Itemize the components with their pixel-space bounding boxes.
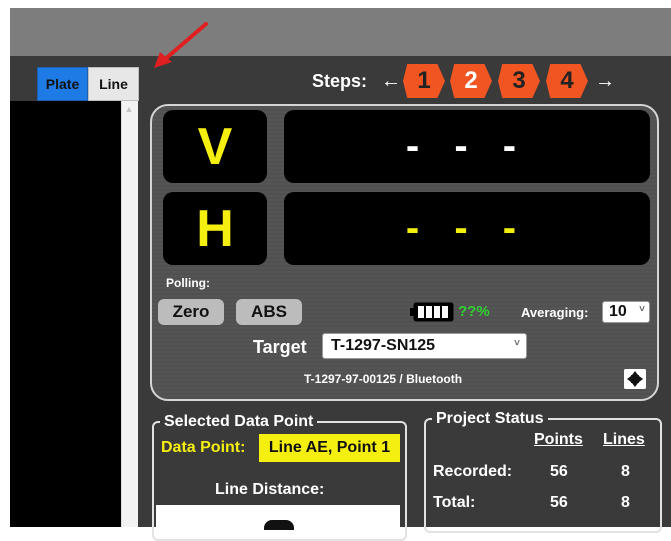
step-3-button[interactable]: 3 xyxy=(498,64,540,98)
step-1-button[interactable]: 1 xyxy=(403,64,445,98)
steps-label: Steps: xyxy=(312,71,368,91)
averaging-value: 10 xyxy=(609,303,627,320)
scroll-up-icon[interactable]: ▲ xyxy=(124,104,134,114)
target-select[interactable]: T-1297-SN125 ˅ xyxy=(322,333,527,359)
points-column-header: Points xyxy=(534,431,583,448)
h-readout: - - - xyxy=(284,192,650,265)
v-readout: - - - xyxy=(284,110,650,183)
data-point-value: Line AE, Point 1 xyxy=(259,434,400,462)
total-points: 56 xyxy=(550,494,568,511)
steps-next-arrow[interactable]: → xyxy=(595,67,615,95)
total-label: Total: xyxy=(433,494,476,511)
project-status-title: Project Status xyxy=(432,410,548,428)
step-2-button[interactable]: 2 xyxy=(450,64,492,98)
battery-icon xyxy=(410,302,454,322)
v-axis-label: V xyxy=(163,110,267,183)
line-distance-label: Line Distance: xyxy=(215,481,325,498)
polling-label: Polling: xyxy=(166,276,210,290)
steps-prev-arrow[interactable]: ← xyxy=(381,67,401,95)
window-title-bar xyxy=(10,8,671,56)
line-distance-marker xyxy=(264,520,294,530)
selected-data-point-title: Selected Data Point xyxy=(160,413,318,431)
chevron-down-icon: ˅ xyxy=(514,338,520,349)
step-4-button[interactable]: 4 xyxy=(546,64,588,98)
annotation-arrow-icon xyxy=(154,22,208,68)
averaging-label: Averaging: xyxy=(521,305,589,320)
device-info: T-1297-97-00125 / Bluetooth xyxy=(304,372,463,386)
zero-button[interactable]: Zero xyxy=(158,299,224,325)
averaging-select[interactable]: 10 ˅ xyxy=(602,301,650,323)
chevron-down-icon: ˅ xyxy=(639,304,645,315)
battery-percent: ??% xyxy=(458,303,490,320)
lines-column-header: Lines xyxy=(603,431,645,448)
abs-button[interactable]: ABS xyxy=(236,299,302,325)
data-point-label: Data Point: xyxy=(161,439,246,456)
h-axis-label: H xyxy=(163,192,267,265)
recorded-lines: 8 xyxy=(621,463,630,480)
tab-line[interactable]: Line xyxy=(88,67,139,101)
target-value: T-1297-SN125 xyxy=(331,337,436,354)
target-label: Target xyxy=(253,337,307,357)
tab-plate[interactable]: Plate xyxy=(37,67,88,101)
fullscreen-icon[interactable] xyxy=(624,369,646,389)
scrollbar[interactable] xyxy=(121,101,138,527)
recorded-label: Recorded: xyxy=(433,463,513,480)
recorded-points: 56 xyxy=(550,463,568,480)
left-list-panel xyxy=(10,101,121,527)
total-lines: 8 xyxy=(621,494,630,511)
